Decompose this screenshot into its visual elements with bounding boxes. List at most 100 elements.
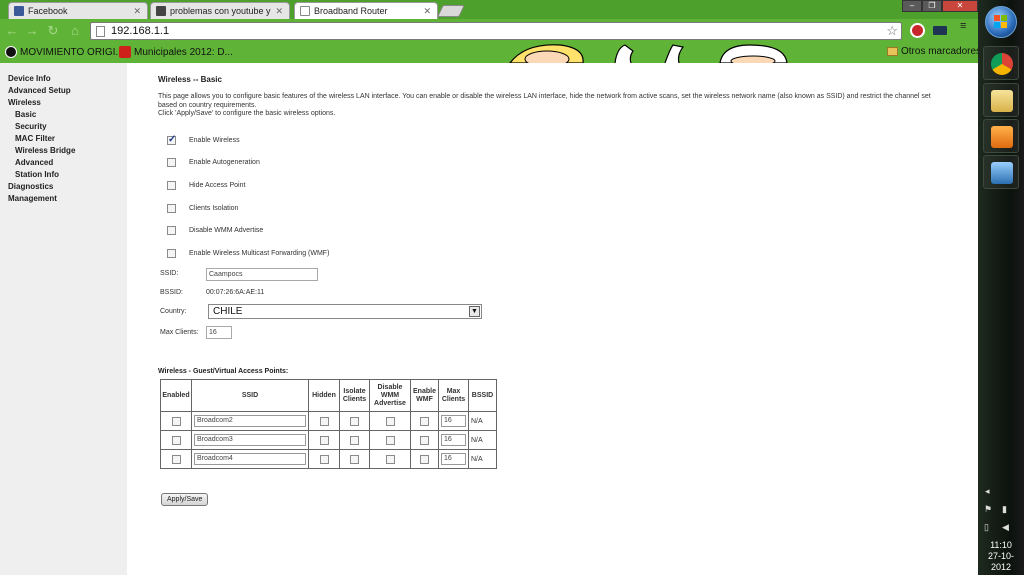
enabled-checkbox[interactable]: [171, 454, 181, 464]
cell: Broadcom2: [191, 411, 309, 431]
minimize-button[interactable]: –: [902, 0, 922, 12]
close-icon[interactable]: ✕: [133, 6, 141, 17]
volume-icon[interactable]: ◀: [1002, 522, 1009, 533]
country-select[interactable]: CHILE ▼: [208, 304, 482, 319]
tab-title: Broadband Router: [314, 6, 388, 16]
isolate-checkbox[interactable]: [350, 454, 359, 464]
back-arrow-icon[interactable]: ←: [4, 23, 20, 39]
enable-autogeneration-checkbox[interactable]: [167, 158, 176, 167]
nav-diagnostics[interactable]: Diagnostics: [0, 181, 127, 193]
cell: [308, 449, 340, 469]
flag-icon[interactable]: ⚑: [984, 504, 992, 515]
table-row: Broadcom4 16 N/A: [160, 449, 497, 469]
col-enabled: Enabled: [160, 379, 192, 412]
nav-wireless-advanced[interactable]: Advanced: [0, 157, 127, 169]
taskbar-chrome[interactable]: [983, 46, 1019, 80]
option-clients-isolation[interactable]: Clients Isolation: [167, 204, 238, 213]
disable-wmm-checkbox[interactable]: [385, 435, 395, 445]
guest-ssid-input[interactable]: Broadcom3: [194, 434, 306, 446]
taskbar-explorer[interactable]: [983, 83, 1019, 117]
clients-isolation-checkbox[interactable]: [167, 204, 176, 213]
disable-wmm-checkbox[interactable]: [167, 226, 176, 235]
hidden-checkbox[interactable]: [319, 435, 329, 445]
taskbar-media-player[interactable]: [983, 119, 1019, 153]
power-icon[interactable]: ▯: [984, 522, 989, 533]
close-icon[interactable]: ✕: [423, 6, 431, 17]
maximize-button[interactable]: ❐: [922, 0, 942, 12]
enabled-checkbox[interactable]: [171, 435, 181, 445]
bssid-label: BSSID:: [160, 289, 183, 296]
isolate-checkbox[interactable]: [350, 416, 359, 426]
guest-max-clients-input[interactable]: 16: [441, 434, 466, 446]
nav-device-info[interactable]: Device Info: [0, 73, 127, 85]
guest-max-clients-input[interactable]: 16: [441, 453, 466, 465]
nav-wireless-basic[interactable]: Basic: [0, 109, 127, 121]
enable-wmf-checkbox[interactable]: [420, 454, 429, 464]
bookmark-icon: [5, 46, 17, 58]
enable-wmf-checkbox[interactable]: [420, 416, 429, 426]
chevron-down-icon[interactable]: ▼: [469, 306, 480, 317]
cell: 16: [438, 411, 469, 431]
enable-wmf-checkbox[interactable]: [420, 435, 429, 445]
nav-station-info[interactable]: Station Info: [0, 169, 127, 181]
nav-wireless-bridge[interactable]: Wireless Bridge: [0, 145, 127, 157]
nav-wireless[interactable]: Wireless: [0, 97, 127, 109]
star-icon[interactable]: ☆: [886, 23, 898, 39]
other-bookmarks-label: Otros marcadores: [901, 46, 978, 57]
apply-save-button[interactable]: Apply/Save: [161, 493, 209, 506]
menu-icon[interactable]: ≡: [960, 21, 966, 32]
tab-broadband-router[interactable]: Broadband Router ✕: [294, 2, 438, 19]
forward-arrow-icon[interactable]: →: [24, 23, 40, 39]
url-input[interactable]: [111, 24, 871, 38]
hide-access-point-checkbox[interactable]: [167, 181, 176, 190]
home-icon[interactable]: ⌂: [67, 23, 83, 39]
tab-facebook[interactable]: Facebook ✕: [8, 2, 148, 19]
guest-max-clients-input[interactable]: 16: [441, 415, 466, 427]
ssid-input[interactable]: Caampocs: [206, 268, 318, 281]
col-max-clients: Max Clients: [438, 379, 469, 412]
isolate-checkbox[interactable]: [350, 435, 359, 445]
enable-wmf-checkbox[interactable]: [167, 249, 176, 258]
enable-wireless-checkbox[interactable]: [167, 134, 176, 145]
cell: [410, 449, 439, 469]
reload-icon[interactable]: ↻: [45, 23, 61, 39]
option-enable-wmf[interactable]: Enable Wireless Multicast Forwarding (WM…: [167, 249, 329, 258]
option-enable-autogeneration[interactable]: Enable Autogeneration: [167, 158, 260, 167]
close-window-button[interactable]: ✕: [942, 0, 978, 12]
nav-wireless-security[interactable]: Security: [0, 121, 127, 133]
nav-management[interactable]: Management: [0, 193, 127, 205]
option-enable-wireless[interactable]: Enable Wireless: [167, 134, 240, 145]
network-icon[interactable]: ▮: [1002, 504, 1007, 515]
max-clients-input[interactable]: 16: [206, 326, 232, 339]
tray-expand-icon[interactable]: ◂: [985, 486, 990, 497]
page-viewport: Device Info Advanced Setup Wireless Basi…: [0, 63, 978, 575]
nav-mac-filter[interactable]: MAC Filter: [0, 133, 127, 145]
option-hide-access-point[interactable]: Hide Access Point: [167, 181, 245, 190]
guest-section-title: Wireless - Guest/Virtual Access Points:: [158, 368, 289, 375]
extension-icon[interactable]: [933, 26, 947, 35]
bookmark-item[interactable]: MOVIMIENTO ORIGI...: [5, 46, 124, 58]
guest-ssid-input[interactable]: Broadcom4: [194, 453, 306, 465]
address-bar[interactable]: ☆: [90, 22, 902, 40]
browser-chrome: Facebook ✕ problemas con youtube y l ✕ B…: [0, 0, 978, 63]
hidden-checkbox[interactable]: [319, 416, 329, 426]
opera-extension-icon[interactable]: [910, 23, 925, 38]
new-tab-button[interactable]: [437, 5, 465, 17]
disable-wmm-checkbox[interactable]: [385, 454, 395, 464]
clock-date: 27-10-2012: [987, 551, 1014, 572]
tab-youtube[interactable]: problemas con youtube y l ✕: [150, 2, 290, 19]
other-bookmarks[interactable]: Otros marcadores: [887, 46, 978, 57]
bookmark-item[interactable]: Municipales 2012: D...: [119, 46, 233, 58]
enabled-checkbox[interactable]: [171, 416, 181, 426]
guest-ssid-input[interactable]: Broadcom2: [194, 415, 306, 427]
option-disable-wmm[interactable]: Disable WMM Advertise: [167, 226, 263, 235]
system-clock[interactable]: 11:10 27-10-2012: [978, 540, 1024, 573]
disable-wmm-checkbox[interactable]: [385, 416, 395, 426]
start-button[interactable]: [985, 6, 1017, 38]
bookmark-label: Municipales 2012: D...: [134, 46, 233, 58]
col-hidden: Hidden: [308, 379, 340, 412]
nav-advanced-setup[interactable]: Advanced Setup: [0, 85, 127, 97]
close-icon[interactable]: ✕: [275, 6, 283, 17]
taskbar-photo-viewer[interactable]: [983, 155, 1019, 189]
hidden-checkbox[interactable]: [319, 454, 329, 464]
